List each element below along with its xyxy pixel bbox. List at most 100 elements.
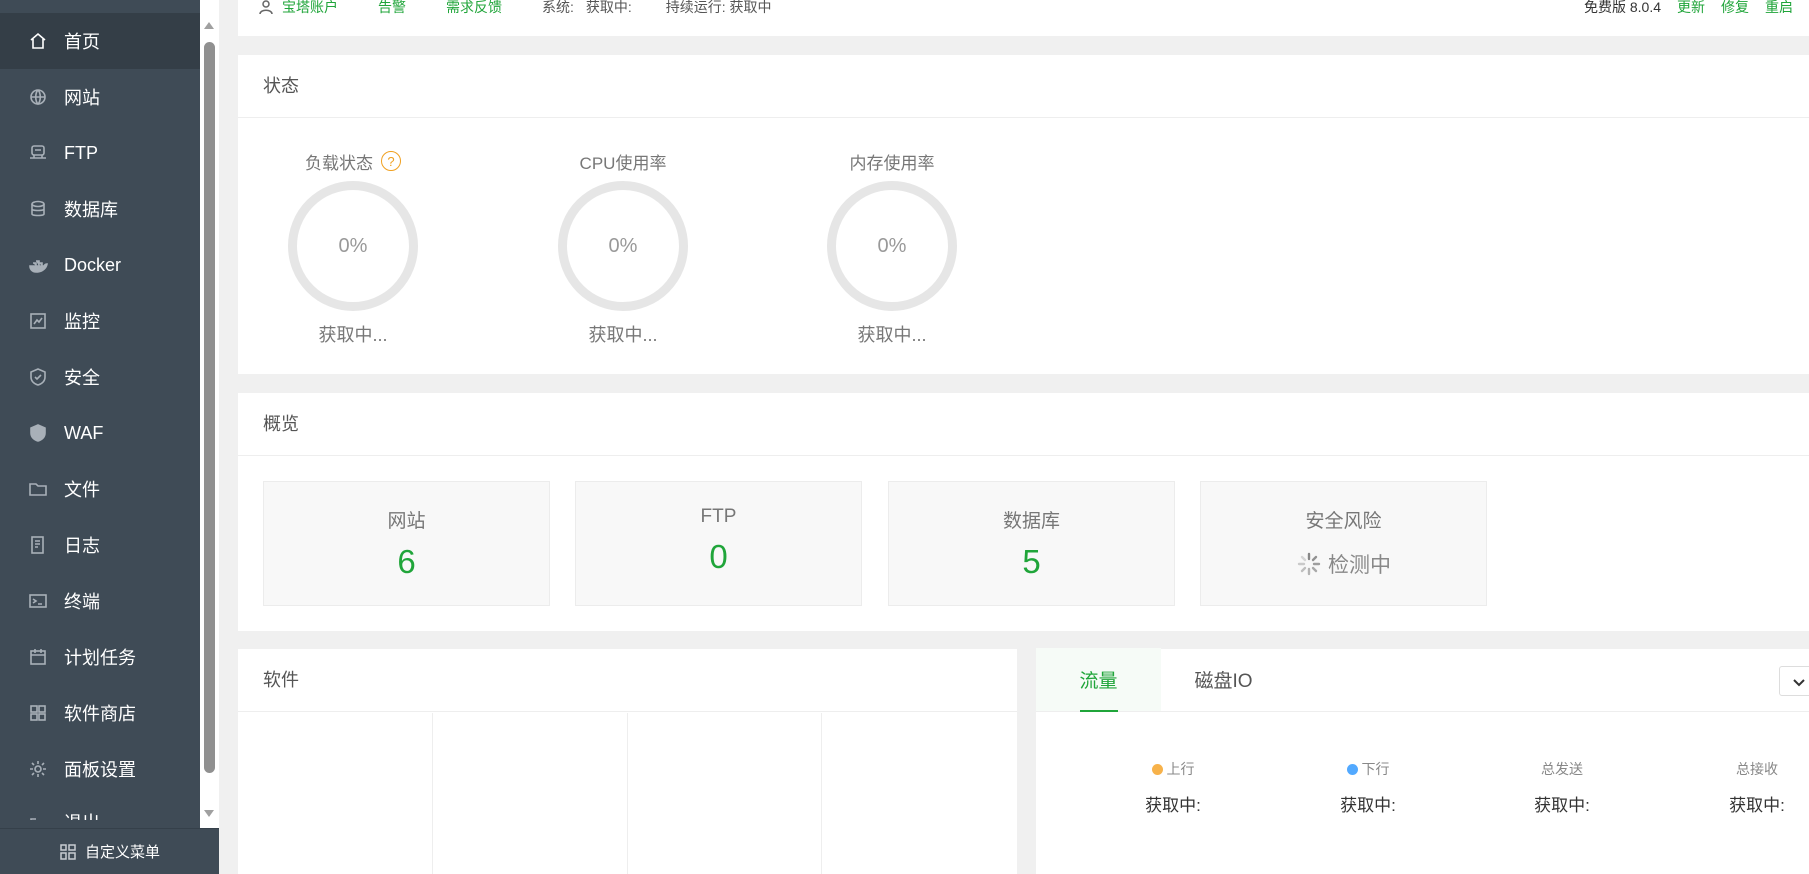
software-title: 软件 [238, 649, 1017, 712]
software-slot[interactable] [628, 713, 823, 874]
software-slot[interactable] [822, 713, 1017, 874]
alarm-link[interactable]: 告警 [378, 0, 406, 17]
stat-value: 获取中: [1729, 796, 1785, 815]
status-title: 状态 [238, 55, 1809, 118]
overview-title: 概览 [238, 393, 1809, 456]
sidebar-item-label: 面板设置 [64, 760, 136, 780]
sidebar-item-database[interactable]: 数据库 [0, 181, 200, 237]
card-label: 网站 [387, 511, 426, 532]
scroll-down-arrow-icon[interactable] [204, 810, 214, 817]
top-bar: 宝塔账户 告警 需求反馈 系统: 获取中: 持续运行: 获取中 免费版 8.0.… [238, 0, 1809, 36]
uptime-text: 持续运行: 获取中 [665, 0, 772, 15]
bt-account-link[interactable]: 宝塔账户 [258, 0, 338, 17]
stat-value: 获取中: [1534, 796, 1590, 815]
update-link[interactable]: 更新 [1677, 0, 1705, 17]
sidebar-scrollbar[interactable] [200, 0, 219, 828]
tab-traffic[interactable]: 流量 [1036, 648, 1161, 712]
card-value: 检测中 [1328, 554, 1391, 577]
memory-gauge[interactable]: 内存使用率 0% 获取中... [822, 149, 962, 347]
overview-card-database[interactable]: 数据库 5 [888, 481, 1175, 606]
sidebar-item-monitor[interactable]: 监控 [0, 293, 200, 349]
card-value: 0 [709, 538, 728, 575]
upload-legend-dot [1151, 763, 1163, 775]
version-text: 免费版 8.0.4 [1583, 0, 1661, 15]
sidebar-item-docker[interactable]: Docker [0, 237, 200, 293]
sidebar-item-terminal[interactable]: 终端 [0, 573, 200, 629]
software-slot[interactable] [238, 713, 433, 874]
overview-card-ftp[interactable]: FTP 0 [575, 481, 862, 606]
load-gauge[interactable]: 负载状态? 0% 获取中... [283, 149, 423, 347]
feedback-link[interactable]: 需求反馈 [446, 0, 502, 17]
stat-value: 获取中: [1340, 796, 1396, 815]
scroll-up-arrow-icon[interactable] [204, 22, 214, 29]
network-select[interactable] [1779, 666, 1809, 696]
chevron-down-icon [1793, 679, 1805, 687]
status-panel: 状态 负载状态? 0% 获取中... CPU使用率 0% 获取中... 内存使用… [238, 55, 1809, 374]
sidebar-item-security[interactable]: 安全 [0, 349, 200, 405]
gauge-value: 0% [608, 234, 638, 257]
custom-menu-label: 自定义菜单 [84, 844, 160, 861]
tab-disk-io[interactable]: 磁盘IO [1161, 648, 1286, 711]
cpu-gauge[interactable]: CPU使用率 0% 获取中... [553, 149, 693, 347]
sidebar-item-label: Docker [64, 254, 122, 275]
sidebar-item-ftp[interactable]: FTP [0, 125, 200, 181]
sidebar-item-settings[interactable]: 面板设置 [0, 741, 200, 797]
traffic-tabs: 流量 磁盘IO [1036, 648, 1809, 712]
repair-link[interactable]: 修复 [1721, 0, 1749, 17]
gear-icon [28, 759, 48, 779]
calendar-icon [28, 647, 48, 667]
overview-card-website[interactable]: 网站 6 [263, 481, 550, 606]
sidebar-item-label: 计划任务 [64, 648, 136, 668]
scroll-thumb[interactable] [204, 42, 215, 773]
stat-download: 下行 获取中: [1288, 759, 1448, 816]
software-slot[interactable] [433, 713, 628, 874]
sidebar-item-label: 退出 [64, 809, 100, 820]
sidebar-menu: 首页 网站 FTP 数据库 Docker 监控 安全 WAF 文件 日志 终端 … [0, 0, 200, 820]
stat-label: 总发送 [1541, 761, 1583, 777]
sidebar-item-logs[interactable]: 日志 [0, 517, 200, 573]
log-icon [28, 535, 48, 555]
monitor-icon [28, 311, 48, 331]
system-value: 获取中: [585, 0, 632, 15]
custom-menu-icon [60, 843, 76, 860]
gauge-ring: 0% [558, 181, 688, 311]
help-icon[interactable]: ? [381, 151, 401, 171]
stat-label: 总接收 [1736, 761, 1778, 777]
card-label: FTP [700, 506, 737, 527]
sidebar-item-label: 软件商店 [64, 704, 136, 724]
sidebar-item-label: 终端 [64, 592, 100, 612]
sidebar-item-label: 首页 [64, 32, 100, 52]
download-legend-dot [1346, 763, 1358, 775]
sidebar-item-label: 日志 [64, 536, 100, 556]
software-grid [238, 713, 1017, 874]
ftp-icon [28, 143, 48, 163]
sidebar-item-store[interactable]: 软件商店 [0, 685, 200, 741]
logout-icon [28, 815, 48, 820]
sidebar-item-home[interactable]: 首页 [0, 13, 200, 69]
folder-icon [28, 479, 48, 499]
sidebar-item-waf[interactable]: WAF [0, 405, 200, 461]
sidebar-item-files[interactable]: 文件 [0, 461, 200, 517]
custom-menu-button[interactable]: 自定义菜单 [0, 828, 219, 874]
traffic-panel: 流量 磁盘IO 上行 获取中: 下行 获取中: 总发送 获取中: 总接收 获取中… [1036, 648, 1809, 874]
grid-icon [28, 703, 48, 723]
waf-shield-icon [28, 423, 48, 443]
restart-link[interactable]: 重启 [1765, 0, 1793, 17]
gauge-label: 内存使用率 [849, 153, 935, 173]
terminal-icon [28, 591, 48, 611]
sidebar-item-cron[interactable]: 计划任务 [0, 629, 200, 685]
stat-label: 下行 [1361, 761, 1390, 777]
globe-icon [28, 87, 48, 107]
card-value: 5 [1022, 543, 1041, 580]
sidebar-item-logout[interactable]: 退出 [0, 797, 200, 820]
sidebar-item-label: 数据库 [64, 200, 118, 220]
gauge-sub: 获取中... [588, 325, 658, 345]
home-icon [28, 31, 48, 51]
sidebar-item-website[interactable]: 网站 [0, 69, 200, 125]
overview-card-security-risk[interactable]: 安全风险 检测中 [1200, 481, 1487, 606]
bt-account-label: 宝塔账户 [282, 0, 338, 15]
sidebar-item-label: 网站 [64, 88, 100, 108]
gauge-sub: 获取中... [318, 325, 388, 345]
stat-total-sent: 总发送 获取中: [1482, 759, 1642, 816]
gauge-ring: 0% [827, 181, 957, 311]
